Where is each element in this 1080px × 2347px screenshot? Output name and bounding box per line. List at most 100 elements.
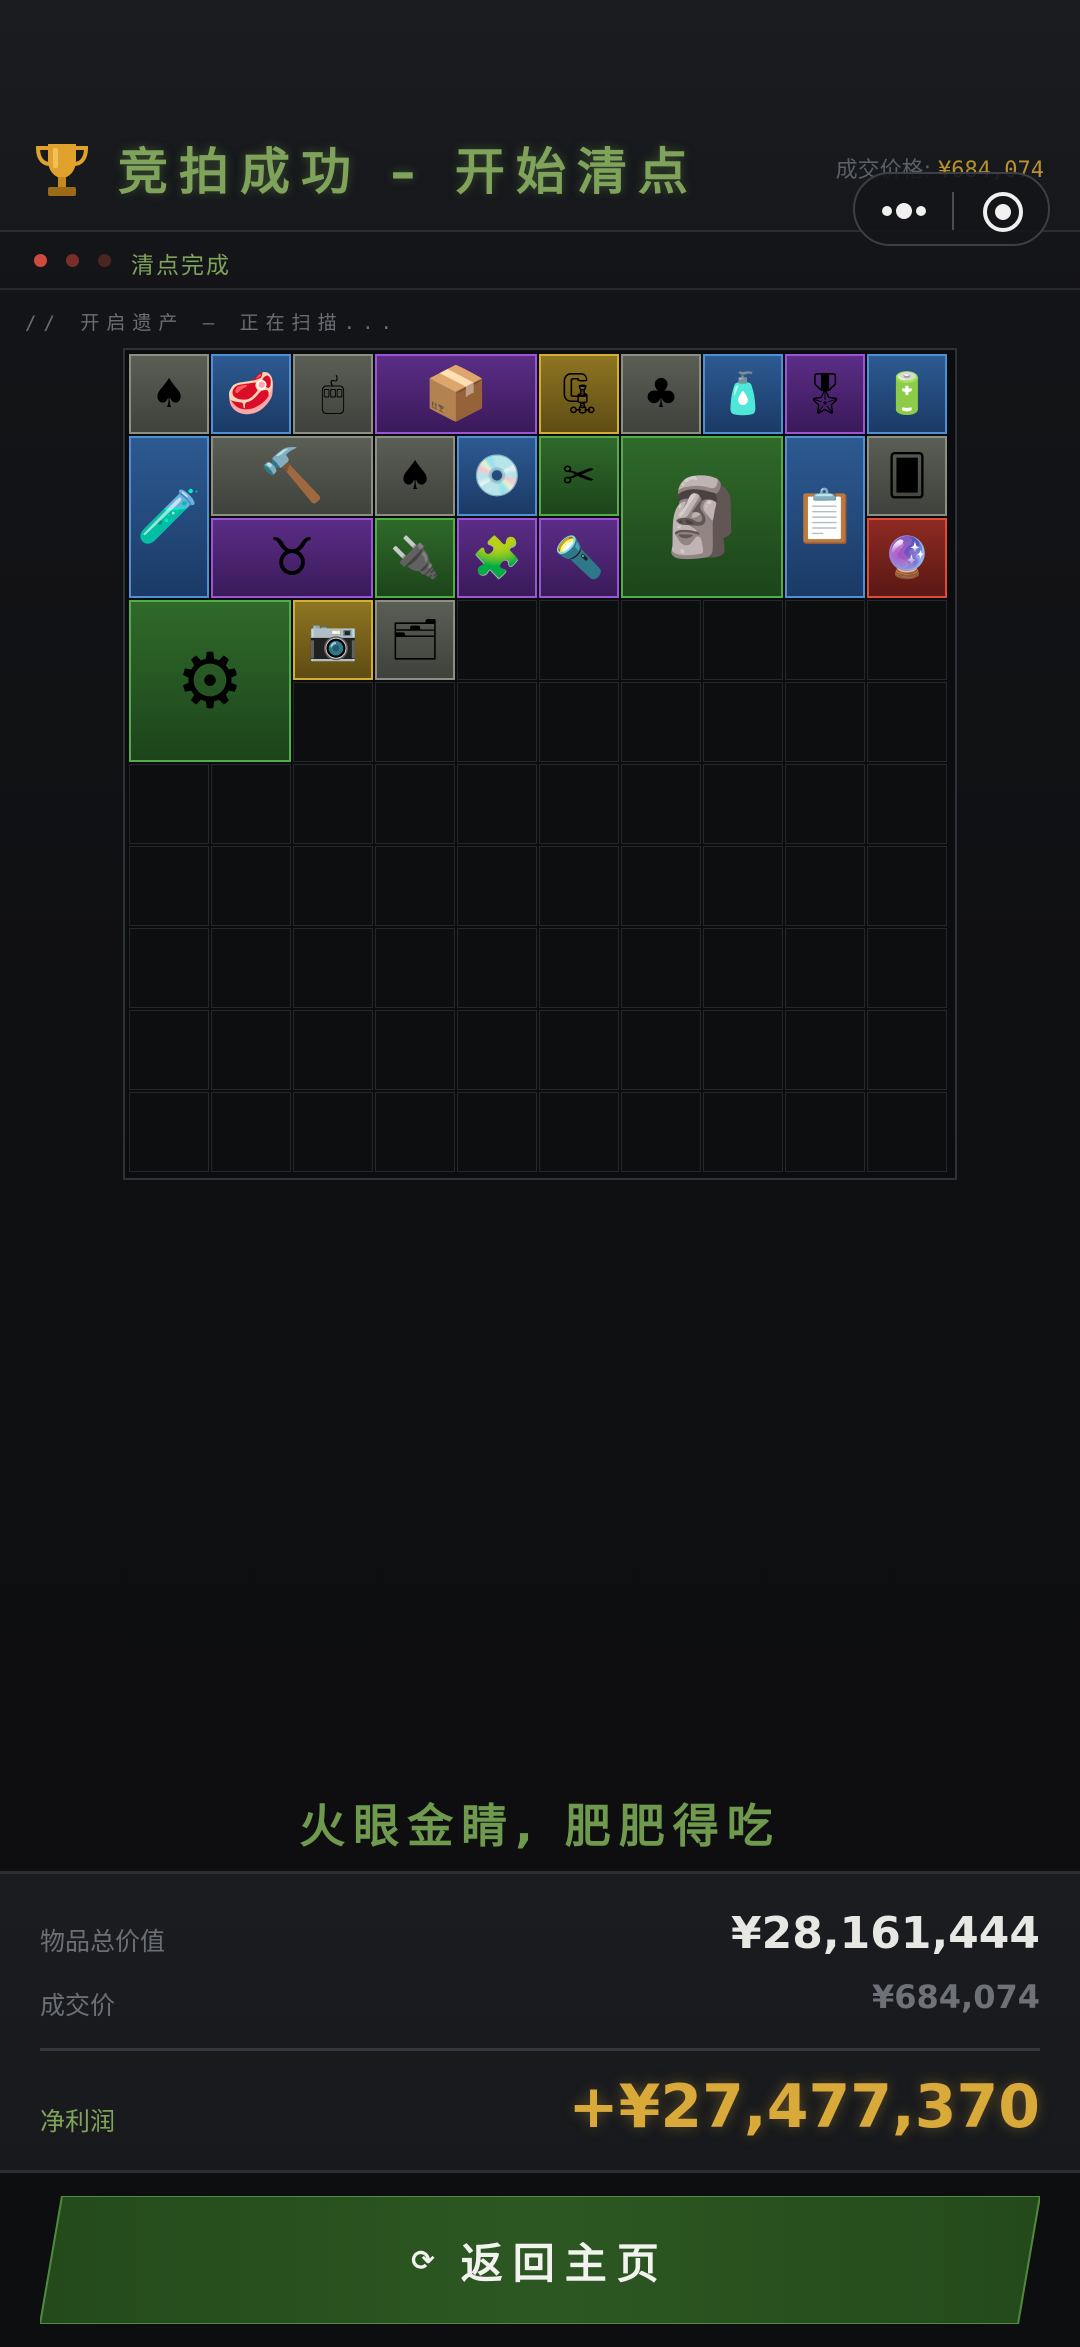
clipboard-icon: 📋 bbox=[792, 487, 858, 547]
inventory-item-glass-orb[interactable]: 🔮 bbox=[867, 518, 947, 598]
inventory-item-horned-necklace[interactable]: ♉ bbox=[211, 518, 373, 598]
grid-cell bbox=[785, 600, 865, 680]
grid-cell bbox=[211, 928, 291, 1008]
progress-label: 清点完成 bbox=[131, 253, 231, 279]
inventory-item-military-badge[interactable]: 🎖 bbox=[785, 354, 865, 434]
more-dots-icon[interactable] bbox=[879, 196, 929, 226]
grid-cell bbox=[539, 1010, 619, 1090]
inventory-item-winged-statue[interactable]: 🗿 bbox=[621, 436, 783, 598]
inventory-item-camera-lens[interactable]: 📷 bbox=[293, 600, 373, 680]
grid-cell bbox=[703, 1010, 783, 1090]
grid-cell bbox=[785, 1092, 865, 1172]
trophy-icon bbox=[35, 144, 89, 196]
power-supply-icon: ⚙ bbox=[175, 636, 245, 725]
power-bank-icon: 🔋 bbox=[882, 371, 932, 417]
grid-cell bbox=[621, 1010, 701, 1090]
inventory-item-matchbox[interactable]: 🗂 bbox=[375, 600, 455, 680]
inventory-item-clipboard[interactable]: 📋 bbox=[785, 436, 865, 598]
grid-cell bbox=[293, 1092, 373, 1172]
grid-cell bbox=[785, 764, 865, 844]
return-home-label: 返回主页 bbox=[460, 2238, 669, 2288]
grid-cell bbox=[703, 846, 783, 926]
playing-card-icon: 🂠 bbox=[886, 453, 928, 499]
cd-disc-icon: 💿 bbox=[472, 453, 522, 499]
grid-cell bbox=[621, 1092, 701, 1172]
grid-cell bbox=[539, 1092, 619, 1172]
grid-cell bbox=[621, 928, 701, 1008]
vise-clamp-icon: 🗜 bbox=[553, 371, 605, 417]
boxed-device-icon: 📦 bbox=[423, 364, 489, 424]
grid-cell bbox=[375, 928, 455, 1008]
flashlight-icon: 🔦 bbox=[554, 535, 604, 581]
grid-cell bbox=[539, 764, 619, 844]
inventory-item-vise-clamp[interactable]: 🗜 bbox=[539, 354, 619, 434]
inventory-item-fuel-canister[interactable]: 🧴 bbox=[703, 354, 783, 434]
inventory-item-computer-mouse[interactable]: 🖱 bbox=[293, 354, 373, 434]
summary-divider bbox=[40, 2048, 1040, 2051]
grid-cell bbox=[785, 846, 865, 926]
grid-cell bbox=[293, 682, 373, 762]
grid-cell bbox=[867, 928, 947, 1008]
return-home-button[interactable]: ⟳ 返回主页 bbox=[40, 2196, 1040, 2324]
inventory-item-flashlight[interactable]: 🔦 bbox=[539, 518, 619, 598]
inventory-item-hammer[interactable]: 🔨 bbox=[211, 436, 373, 516]
grid-cell bbox=[539, 600, 619, 680]
inventory-item-playing-card[interactable]: ♠ bbox=[129, 354, 209, 434]
chemical-bottle-icon: 🧪 bbox=[136, 487, 202, 547]
inventory-item-playing-card[interactable]: 🂠 bbox=[867, 436, 947, 516]
inventory-item-playing-card[interactable]: ♣ bbox=[621, 354, 701, 434]
grid-cell bbox=[375, 1010, 455, 1090]
grid-cell bbox=[211, 1092, 291, 1172]
inventory-item-food-pack[interactable]: 🥩 bbox=[211, 354, 291, 434]
grid-cell bbox=[785, 1010, 865, 1090]
grid-cell bbox=[293, 764, 373, 844]
inventory-item-cd-disc[interactable]: 💿 bbox=[457, 436, 537, 516]
grid-cell bbox=[375, 1092, 455, 1172]
inventory-item-circuit-board[interactable]: 🧩 bbox=[457, 518, 537, 598]
grid-cell bbox=[539, 928, 619, 1008]
grid-cell bbox=[539, 846, 619, 926]
camera-lens-icon: 📷 bbox=[308, 617, 358, 663]
grid-cell bbox=[703, 764, 783, 844]
computer-mouse-icon: 🖱 bbox=[321, 371, 345, 417]
inventory-item-power-supply[interactable]: ⚙ bbox=[129, 600, 291, 762]
grid-cell bbox=[211, 846, 291, 926]
grid-cell bbox=[293, 846, 373, 926]
inventory-item-scissors[interactable]: ✂ bbox=[539, 436, 619, 516]
grid-cell bbox=[129, 1092, 209, 1172]
inventory-item-boxed-device[interactable]: 📦 bbox=[375, 354, 537, 434]
inventory-item-chemical-bottle[interactable]: 🧪 bbox=[129, 436, 209, 598]
matchbox-icon: 🗂 bbox=[389, 617, 441, 663]
target-icon[interactable] bbox=[981, 190, 1025, 234]
grid-cell bbox=[867, 1092, 947, 1172]
auction-result-screen: 竞拍成功 – 开始清点 成交价格: ¥684,074 清点完成 // 开启遗产 … bbox=[0, 0, 1080, 2347]
horned-necklace-icon: ♉ bbox=[268, 528, 316, 588]
inventory-item-playing-card[interactable]: ♠ bbox=[375, 436, 455, 516]
deal-price-row-value: ¥684,074 bbox=[871, 1978, 1040, 2016]
grid-cell bbox=[621, 600, 701, 680]
grid-cell bbox=[867, 846, 947, 926]
playing-card-icon: ♠ bbox=[397, 453, 433, 499]
grid-cell bbox=[293, 1010, 373, 1090]
refresh-icon: ⟳ bbox=[411, 2243, 435, 2277]
grid-cell bbox=[211, 1010, 291, 1090]
net-profit-label: 净利润 bbox=[40, 2107, 116, 2136]
grid-cell bbox=[539, 682, 619, 762]
grid-cell bbox=[785, 682, 865, 762]
grid-cell bbox=[867, 764, 947, 844]
deal-price-row-label: 成交价 bbox=[40, 1991, 116, 2020]
inventory-item-power-strip[interactable]: 🔌 bbox=[375, 518, 455, 598]
inventory-item-power-bank[interactable]: 🔋 bbox=[867, 354, 947, 434]
grid-cell bbox=[867, 1010, 947, 1090]
food-pack-icon: 🥩 bbox=[226, 371, 276, 417]
hammer-icon: 🔨 bbox=[259, 446, 325, 506]
playing-card-icon: ♠ bbox=[151, 371, 187, 417]
scan-status: // 开启遗产 – 正在扫描... bbox=[25, 312, 399, 334]
grid-cell bbox=[129, 846, 209, 926]
return-home-content: ⟳ 返回主页 bbox=[40, 2196, 1040, 2324]
progress-dot-1 bbox=[34, 254, 47, 267]
grid-cell bbox=[867, 682, 947, 762]
glass-orb-icon: 🔮 bbox=[882, 535, 932, 581]
grid-cell bbox=[703, 682, 783, 762]
grid-cell bbox=[621, 846, 701, 926]
